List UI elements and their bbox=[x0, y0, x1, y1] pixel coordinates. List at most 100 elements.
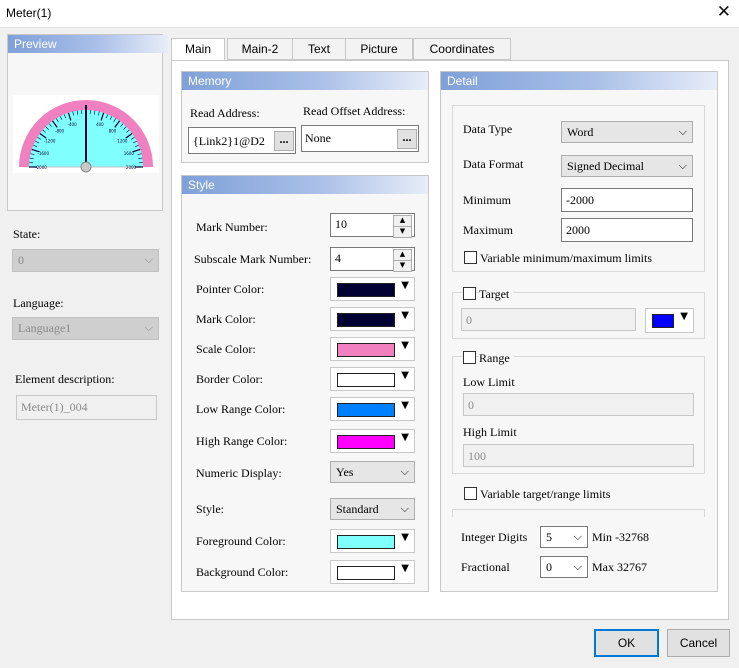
spin-down-icon[interactable]: ▼ bbox=[393, 226, 412, 238]
chevron-down-icon: ⌵ bbox=[400, 465, 409, 478]
element-description-label: Element description: bbox=[15, 372, 115, 386]
fractional-value: 0 bbox=[546, 560, 552, 574]
mark-color-picker[interactable]: ▼ bbox=[330, 307, 415, 331]
read-offset-browse-button[interactable]: ... bbox=[397, 129, 417, 149]
tab-main[interactable]: Main bbox=[171, 38, 225, 61]
dropdown-arrow-icon: ▼ bbox=[401, 280, 409, 291]
high-range-color-picker[interactable]: ▼ bbox=[330, 429, 415, 453]
pointer-color-swatch bbox=[337, 283, 395, 297]
data-type-label: Data Type bbox=[463, 122, 513, 136]
style-select[interactable]: Standard ⌵ bbox=[330, 498, 415, 520]
chevron-down-icon: ⌵ bbox=[400, 502, 409, 515]
tab-main-2[interactable]: Main-2 bbox=[227, 38, 293, 60]
target-label: Target bbox=[479, 287, 514, 302]
data-format-label: Data Format bbox=[463, 157, 524, 171]
mark-number-stepper[interactable]: 10 ▲ ▼ bbox=[330, 213, 415, 238]
foreground-color-picker[interactable]: ▼ bbox=[330, 529, 415, 553]
dropdown-arrow-icon: ▼ bbox=[401, 370, 409, 381]
language-label: Language: bbox=[13, 296, 64, 310]
foreground-color-swatch bbox=[337, 535, 395, 549]
low-range-color-swatch bbox=[337, 403, 395, 417]
dropdown-arrow-icon: ▼ bbox=[401, 310, 409, 321]
chevron-down-icon: ⌵ bbox=[678, 125, 687, 138]
variable-target-range-label: Variable target/range limits bbox=[480, 487, 611, 501]
target-checkbox[interactable] bbox=[463, 287, 476, 300]
language-select[interactable]: Language1 ⌵ bbox=[12, 317, 159, 340]
data-format-select[interactable]: Signed Decimal ⌵ bbox=[561, 155, 693, 177]
minimum-label: Minimum bbox=[463, 193, 512, 207]
fractional-hint: Max 32767 bbox=[592, 560, 647, 574]
style-label: Style: bbox=[196, 502, 225, 516]
integer-digits-value: 5 bbox=[546, 530, 552, 544]
variable-minmax-checkbox[interactable] bbox=[464, 251, 477, 264]
variable-target-range-checkbox[interactable] bbox=[464, 487, 477, 500]
chevron-down-icon: ⌵ bbox=[678, 159, 687, 172]
border-color-picker[interactable]: ▼ bbox=[330, 367, 415, 391]
minimum-field[interactable]: -2000 bbox=[561, 188, 693, 212]
gauge-tick-label: -400 bbox=[68, 122, 78, 127]
border-color-label: Border Color: bbox=[196, 372, 263, 386]
state-label: State: bbox=[13, 227, 41, 241]
pointer-color-picker[interactable]: ▼ bbox=[330, 277, 415, 301]
preview-panel: Preview -2000-1600-1200-800-400040080012… bbox=[7, 34, 168, 211]
high-limit-label: High Limit bbox=[463, 425, 517, 439]
subscale-mark-number-stepper[interactable]: 4 ▲ ▼ bbox=[330, 247, 415, 272]
mark-number-label: Mark Number: bbox=[196, 220, 268, 234]
scale-color-swatch bbox=[337, 343, 395, 357]
low-limit-field[interactable]: 0 bbox=[463, 393, 694, 416]
integer-digits-select[interactable]: 5 ⌵ bbox=[540, 526, 588, 548]
numeric-display-value: Yes bbox=[336, 465, 354, 479]
target-color-picker[interactable]: ▼ bbox=[645, 308, 694, 333]
gauge-tick-label: -1200 bbox=[44, 139, 56, 144]
high-limit-field[interactable]: 100 bbox=[463, 444, 694, 467]
close-icon[interactable]: ✕ bbox=[717, 2, 731, 22]
spin-down-icon[interactable]: ▼ bbox=[393, 260, 412, 272]
read-offset-address-label: Read Offset Address: bbox=[303, 104, 406, 118]
target-field[interactable]: 0 bbox=[461, 308, 636, 331]
integer-digits-label: Integer Digits bbox=[461, 530, 528, 544]
tab-coordinates[interactable]: Coordinates bbox=[413, 38, 511, 60]
background-color-picker[interactable]: ▼ bbox=[330, 560, 415, 584]
data-format-value: Signed Decimal bbox=[567, 159, 644, 173]
tab-picture[interactable]: Picture bbox=[345, 38, 413, 60]
ok-button[interactable]: OK bbox=[594, 629, 659, 657]
separator bbox=[452, 509, 705, 517]
dropdown-arrow-icon: ▼ bbox=[401, 432, 409, 443]
gauge-tick-label: 1200 bbox=[117, 139, 128, 144]
mark-color-swatch bbox=[337, 313, 395, 327]
subscale-mark-number-value: 4 bbox=[335, 251, 341, 265]
low-limit-label: Low Limit bbox=[463, 375, 515, 389]
numeric-display-label: Numeric Display: bbox=[196, 466, 282, 480]
low-range-color-label: Low Range Color: bbox=[196, 402, 286, 416]
read-address-browse-button[interactable]: ... bbox=[274, 131, 294, 151]
high-range-color-label: High Range Color: bbox=[196, 434, 288, 448]
state-select[interactable]: 0 ⌵ bbox=[12, 249, 159, 272]
memory-header: Memory bbox=[182, 72, 428, 90]
low-range-color-picker[interactable]: ▼ bbox=[330, 397, 415, 421]
detail-header: Detail bbox=[441, 72, 717, 90]
style-value: Standard bbox=[336, 502, 379, 516]
dropdown-arrow-icon: ▼ bbox=[401, 563, 409, 574]
tab-text[interactable]: Text bbox=[292, 38, 346, 60]
gauge-tick-label: -800 bbox=[55, 129, 65, 134]
range-checkbox[interactable] bbox=[463, 351, 476, 364]
maximum-label: Maximum bbox=[463, 223, 513, 237]
fractional-select[interactable]: 0 ⌵ bbox=[540, 556, 588, 578]
element-description-field[interactable]: Meter(1)_004 bbox=[16, 395, 157, 420]
pointer-color-label: Pointer Color: bbox=[196, 282, 265, 296]
gauge-tick-label: -2000 bbox=[35, 165, 47, 170]
state-value: 0 bbox=[18, 253, 24, 267]
numeric-display-select[interactable]: Yes ⌵ bbox=[330, 461, 415, 483]
dropdown-arrow-icon: ▼ bbox=[401, 532, 409, 543]
chevron-down-icon: ⌵ bbox=[573, 560, 582, 573]
gauge-tick-label: 400 bbox=[96, 122, 104, 127]
cancel-button[interactable]: Cancel bbox=[667, 629, 730, 657]
data-type-select[interactable]: Word ⌵ bbox=[561, 121, 693, 143]
scale-color-picker[interactable]: ▼ bbox=[330, 337, 415, 361]
chevron-down-icon: ⌵ bbox=[144, 253, 153, 266]
scale-color-label: Scale Color: bbox=[196, 342, 256, 356]
maximum-field[interactable]: 2000 bbox=[561, 218, 693, 242]
language-value: Language1 bbox=[18, 321, 72, 335]
gauge-tick-label: 1600 bbox=[124, 151, 135, 156]
gauge-svg: -2000-1600-1200-800-40004008001200160020… bbox=[19, 100, 153, 173]
